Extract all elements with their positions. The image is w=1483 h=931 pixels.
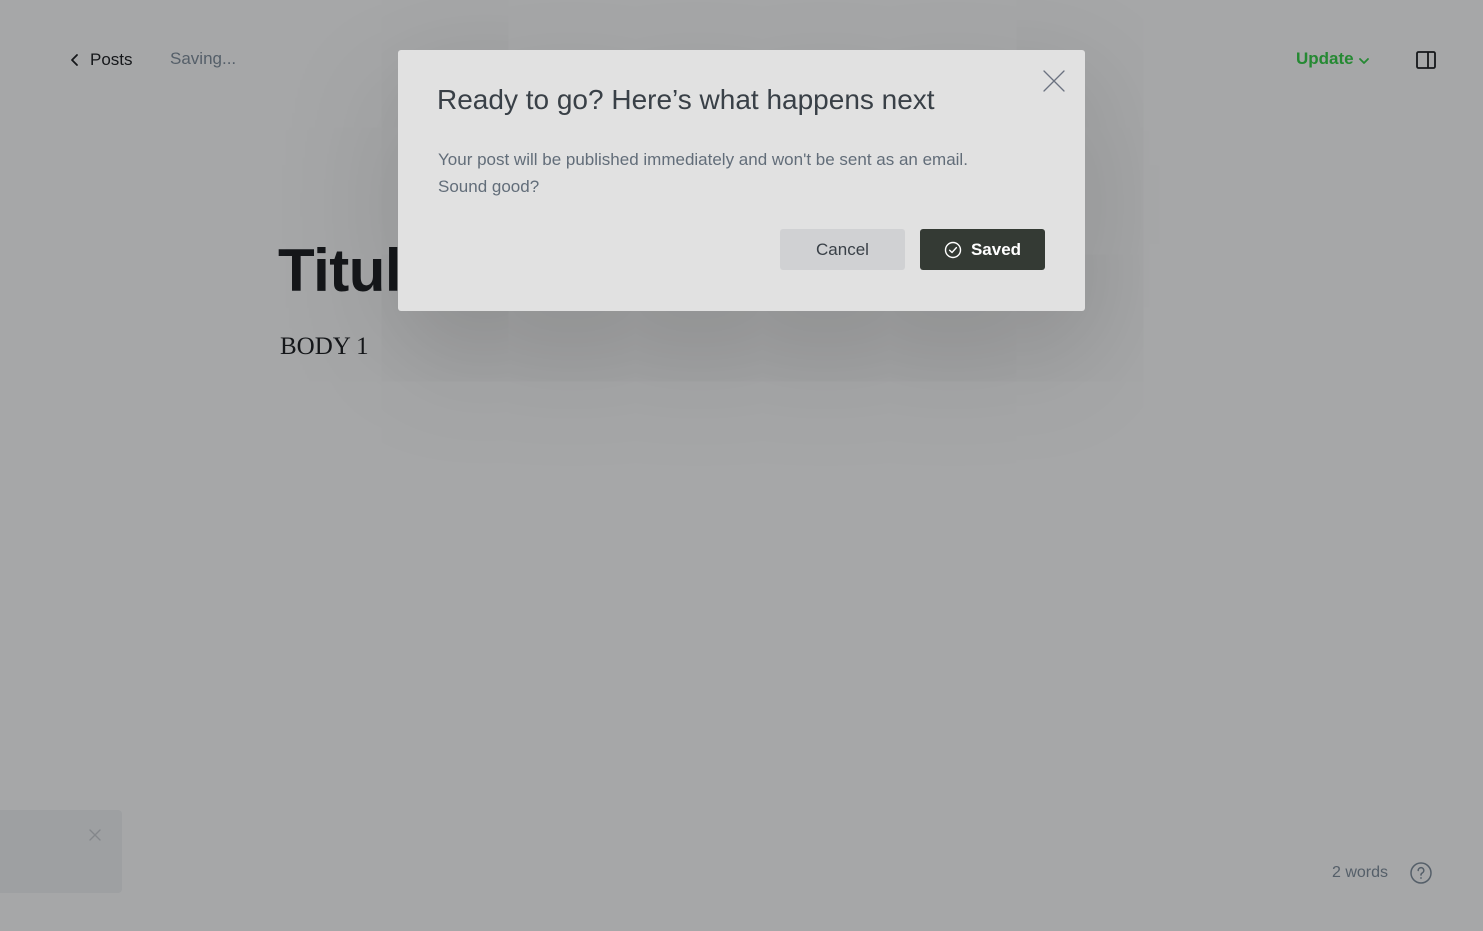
saved-button[interactable]: Saved: [920, 229, 1045, 270]
close-icon[interactable]: [1042, 69, 1066, 93]
saved-button-label: Saved: [970, 239, 1022, 259]
cancel-button[interactable]: Cancel: [780, 229, 905, 270]
modal-title: Ready to go? Here’s what happens next: [437, 84, 935, 115]
publish-confirm-modal: Ready to go? Here’s what happens next Yo…: [398, 50, 1085, 311]
modal-message: Your post will be published immediately …: [438, 146, 1038, 200]
modal-message-line: Your post will be published immediately …: [438, 150, 968, 169]
check-circle-icon: [944, 241, 962, 258]
modal-message-line: Sound good?: [438, 177, 540, 196]
